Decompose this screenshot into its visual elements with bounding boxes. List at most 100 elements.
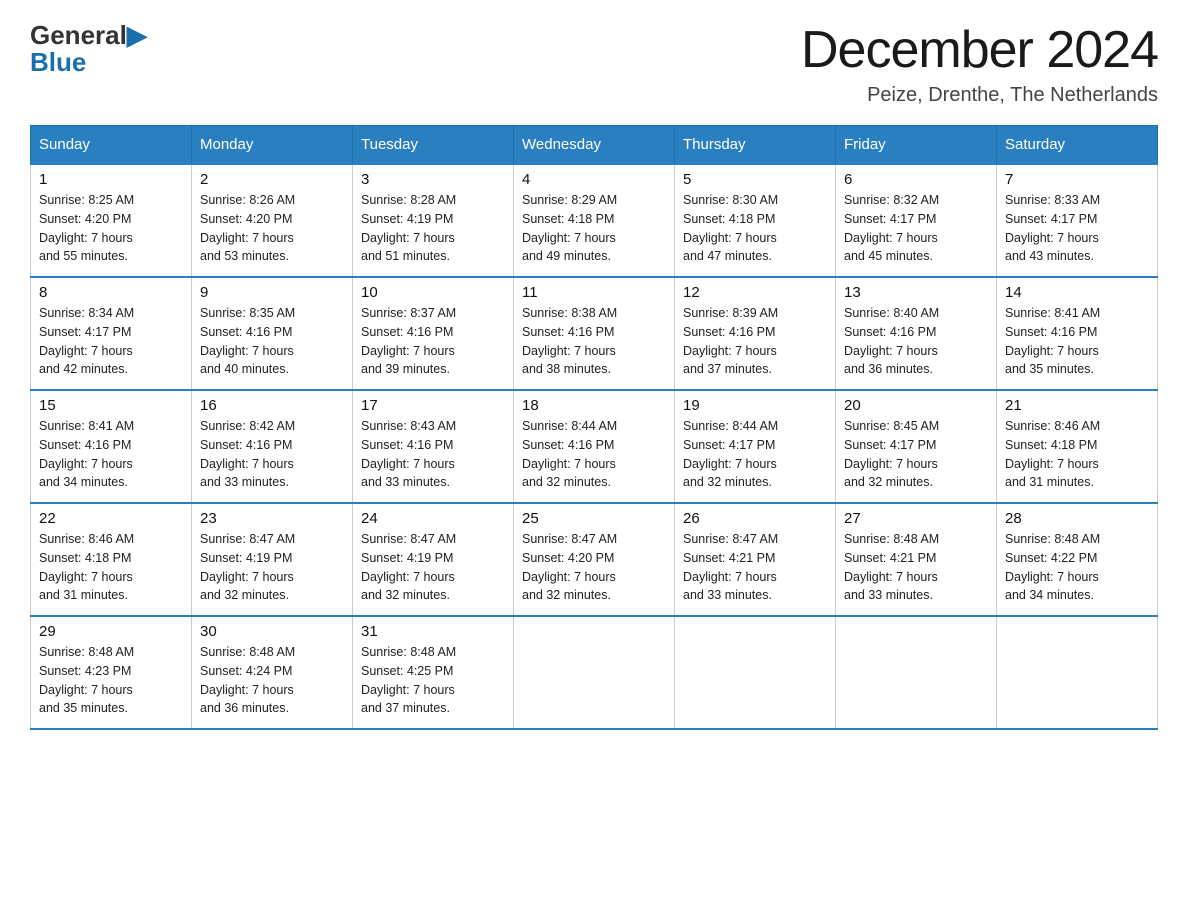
calendar-table: Sunday Monday Tuesday Wednesday Thursday… [30,125,1158,730]
day-number: 10 [361,284,505,301]
day-info: Sunrise: 8:39 AM Sunset: 4:16 PM Dayligh… [683,304,827,379]
daylight-text2: and 40 minutes. [200,362,289,376]
table-row: 27 Sunrise: 8:48 AM Sunset: 4:21 PM Dayl… [836,503,997,616]
table-row: 2 Sunrise: 8:26 AM Sunset: 4:20 PM Dayli… [192,164,353,277]
day-info: Sunrise: 8:48 AM Sunset: 4:23 PM Dayligh… [39,643,183,718]
sunset-text: Sunset: 4:20 PM [522,551,614,565]
day-info: Sunrise: 8:44 AM Sunset: 4:16 PM Dayligh… [522,417,666,492]
day-number: 9 [200,284,344,301]
table-row: 18 Sunrise: 8:44 AM Sunset: 4:16 PM Dayl… [514,390,675,503]
sunset-text: Sunset: 4:18 PM [1005,438,1097,452]
sunset-text: Sunset: 4:24 PM [200,664,292,678]
table-row: 20 Sunrise: 8:45 AM Sunset: 4:17 PM Dayl… [836,390,997,503]
sunset-text: Sunset: 4:18 PM [39,551,131,565]
sunrise-text: Sunrise: 8:41 AM [1005,306,1100,320]
day-number: 12 [683,284,827,301]
sunset-text: Sunset: 4:18 PM [683,212,775,226]
daylight-text: Daylight: 7 hours [683,457,777,471]
daylight-text: Daylight: 7 hours [522,570,616,584]
daylight-text: Daylight: 7 hours [1005,457,1099,471]
calendar-week-row: 8 Sunrise: 8:34 AM Sunset: 4:17 PM Dayli… [31,277,1158,390]
table-row: 25 Sunrise: 8:47 AM Sunset: 4:20 PM Dayl… [514,503,675,616]
sunrise-text: Sunrise: 8:46 AM [1005,419,1100,433]
sunset-text: Sunset: 4:20 PM [39,212,131,226]
day-number: 14 [1005,284,1149,301]
day-info: Sunrise: 8:30 AM Sunset: 4:18 PM Dayligh… [683,191,827,266]
sunset-text: Sunset: 4:16 PM [522,438,614,452]
col-friday: Friday [836,126,997,165]
table-row: 28 Sunrise: 8:48 AM Sunset: 4:22 PM Dayl… [997,503,1158,616]
daylight-text: Daylight: 7 hours [1005,344,1099,358]
table-row: 31 Sunrise: 8:48 AM Sunset: 4:25 PM Dayl… [353,616,514,729]
location-title: Peize, Drenthe, The Netherlands [801,84,1158,107]
day-info: Sunrise: 8:38 AM Sunset: 4:16 PM Dayligh… [522,304,666,379]
day-info: Sunrise: 8:34 AM Sunset: 4:17 PM Dayligh… [39,304,183,379]
col-wednesday: Wednesday [514,126,675,165]
sunset-text: Sunset: 4:17 PM [683,438,775,452]
day-info: Sunrise: 8:45 AM Sunset: 4:17 PM Dayligh… [844,417,988,492]
col-sunday: Sunday [31,126,192,165]
daylight-text2: and 32 minutes. [683,475,772,489]
logo: General▶ Blue [30,20,147,78]
daylight-text2: and 31 minutes. [39,588,128,602]
sunrise-text: Sunrise: 8:30 AM [683,193,778,207]
day-info: Sunrise: 8:26 AM Sunset: 4:20 PM Dayligh… [200,191,344,266]
sunrise-text: Sunrise: 8:47 AM [200,532,295,546]
daylight-text2: and 33 minutes. [683,588,772,602]
sunrise-text: Sunrise: 8:47 AM [683,532,778,546]
table-row: 22 Sunrise: 8:46 AM Sunset: 4:18 PM Dayl… [31,503,192,616]
sunrise-text: Sunrise: 8:43 AM [361,419,456,433]
table-row: 19 Sunrise: 8:44 AM Sunset: 4:17 PM Dayl… [675,390,836,503]
sunset-text: Sunset: 4:16 PM [522,325,614,339]
daylight-text: Daylight: 7 hours [522,344,616,358]
sunset-text: Sunset: 4:19 PM [361,551,453,565]
col-saturday: Saturday [997,126,1158,165]
day-number: 4 [522,171,666,188]
daylight-text2: and 31 minutes. [1005,475,1094,489]
sunset-text: Sunset: 4:18 PM [522,212,614,226]
day-info: Sunrise: 8:41 AM Sunset: 4:16 PM Dayligh… [39,417,183,492]
table-row: 1 Sunrise: 8:25 AM Sunset: 4:20 PM Dayli… [31,164,192,277]
daylight-text2: and 42 minutes. [39,362,128,376]
table-row: 14 Sunrise: 8:41 AM Sunset: 4:16 PM Dayl… [997,277,1158,390]
daylight-text: Daylight: 7 hours [844,457,938,471]
sunset-text: Sunset: 4:19 PM [361,212,453,226]
daylight-text: Daylight: 7 hours [1005,570,1099,584]
table-row: 15 Sunrise: 8:41 AM Sunset: 4:16 PM Dayl… [31,390,192,503]
day-info: Sunrise: 8:41 AM Sunset: 4:16 PM Dayligh… [1005,304,1149,379]
day-number: 17 [361,397,505,414]
daylight-text2: and 32 minutes. [844,475,933,489]
daylight-text: Daylight: 7 hours [683,231,777,245]
sunrise-text: Sunrise: 8:47 AM [522,532,617,546]
day-info: Sunrise: 8:32 AM Sunset: 4:17 PM Dayligh… [844,191,988,266]
sunrise-text: Sunrise: 8:48 AM [844,532,939,546]
daylight-text: Daylight: 7 hours [844,231,938,245]
table-row: 7 Sunrise: 8:33 AM Sunset: 4:17 PM Dayli… [997,164,1158,277]
sunrise-text: Sunrise: 8:45 AM [844,419,939,433]
day-info: Sunrise: 8:37 AM Sunset: 4:16 PM Dayligh… [361,304,505,379]
daylight-text2: and 37 minutes. [361,701,450,715]
sunset-text: Sunset: 4:16 PM [683,325,775,339]
sunrise-text: Sunrise: 8:42 AM [200,419,295,433]
day-number: 28 [1005,510,1149,527]
sunrise-text: Sunrise: 8:41 AM [39,419,134,433]
day-number: 16 [200,397,344,414]
day-number: 13 [844,284,988,301]
daylight-text2: and 32 minutes. [522,588,611,602]
daylight-text2: and 55 minutes. [39,249,128,263]
day-info: Sunrise: 8:48 AM Sunset: 4:21 PM Dayligh… [844,530,988,605]
day-info: Sunrise: 8:47 AM Sunset: 4:19 PM Dayligh… [200,530,344,605]
table-row: 8 Sunrise: 8:34 AM Sunset: 4:17 PM Dayli… [31,277,192,390]
day-number: 5 [683,171,827,188]
table-row: 17 Sunrise: 8:43 AM Sunset: 4:16 PM Dayl… [353,390,514,503]
table-row: 13 Sunrise: 8:40 AM Sunset: 4:16 PM Dayl… [836,277,997,390]
daylight-text: Daylight: 7 hours [39,570,133,584]
day-number: 27 [844,510,988,527]
daylight-text: Daylight: 7 hours [844,570,938,584]
sunset-text: Sunset: 4:17 PM [1005,212,1097,226]
daylight-text: Daylight: 7 hours [683,344,777,358]
daylight-text2: and 33 minutes. [361,475,450,489]
table-row [514,616,675,729]
sunrise-text: Sunrise: 8:29 AM [522,193,617,207]
table-row: 9 Sunrise: 8:35 AM Sunset: 4:16 PM Dayli… [192,277,353,390]
